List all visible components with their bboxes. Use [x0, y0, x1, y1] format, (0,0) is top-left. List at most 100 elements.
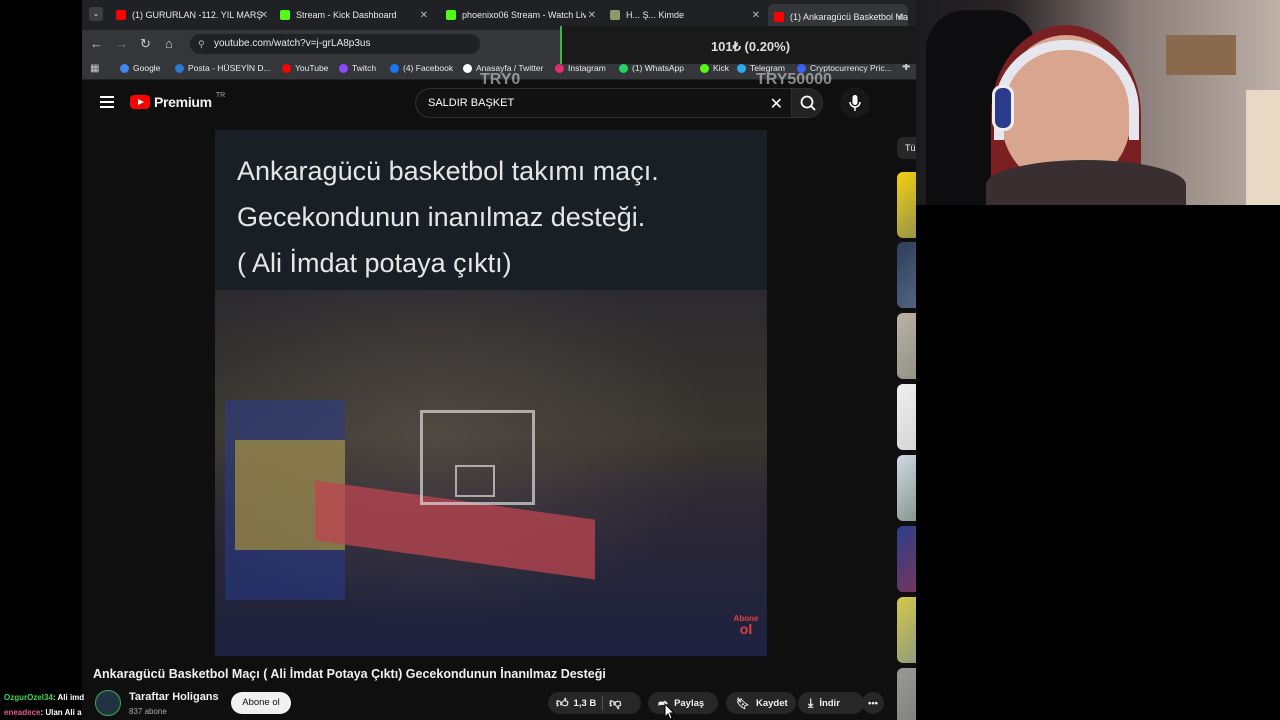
bookmark-label: YouTube [295, 63, 329, 73]
search-icon [800, 95, 816, 111]
channel-name[interactable]: Taraftar Holigans [129, 691, 219, 703]
clear-icon[interactable]: ✕ [770, 94, 783, 114]
kick-icon [446, 10, 456, 20]
close-icon[interactable]: ✕ [752, 10, 760, 21]
goal-end-label: TRY50000 [756, 71, 832, 88]
forward-arrow-icon[interactable]: → [115, 36, 128, 51]
bookmark-item[interactable]: Twitch [339, 63, 376, 73]
reload-icon[interactable]: ↻ [140, 36, 151, 52]
thumbs-up-icon: 👍︎ [556, 695, 569, 710]
donation-amount: 101₺ (0.20%) [710, 39, 791, 54]
chat-text: : Ulan Ali a [40, 708, 82, 717]
dislike-button[interactable]: 👎︎ [609, 696, 621, 711]
bookmark-label: Google [133, 63, 161, 73]
backboard-square [455, 465, 495, 497]
divider [602, 696, 604, 710]
recommendation-thumbnail[interactable]: 3:52 [897, 242, 916, 308]
chat-message: OzgurOzel34: Ali imd [4, 693, 84, 702]
speaker-icon[interactable]: 🔊︎ [898, 12, 904, 23]
subscribe-watermark: Abone ol [731, 614, 761, 638]
goal-start-label: TRY0 [480, 71, 521, 88]
youtube-logo[interactable]: Premium TR [130, 91, 226, 110]
bookmark-label: (4) Facebook [403, 63, 454, 73]
donation-goal-overlay: 101₺ (0.20%) [560, 26, 916, 64]
bookmark-favicon-icon [120, 63, 129, 73]
close-icon[interactable]: ✕ [420, 10, 428, 21]
bookmark-label: Kick [713, 63, 730, 73]
youtube-play-icon [130, 95, 150, 109]
video-player[interactable]: Ankaragücü basketbol takımı maçı. Geceko… [215, 130, 767, 656]
bookmark-favicon-icon [339, 63, 348, 73]
region-code: TR [215, 91, 226, 99]
bookmark-item[interactable]: (1) WhatsApp [619, 63, 684, 73]
bookmark-favicon-icon [390, 63, 399, 73]
thumbs-down-icon: 👎︎ [609, 695, 622, 710]
page-icon [610, 10, 620, 20]
tab-4[interactable]: H... Ş... Kimde ✕ [610, 4, 760, 26]
bookmark-favicon-icon [700, 63, 709, 73]
voice-search-button[interactable] [840, 88, 870, 118]
bookmark-item[interactable]: YouTube [282, 63, 328, 73]
channel-avatar[interactable] [95, 690, 121, 716]
bookmark-favicon-icon [619, 63, 628, 73]
more-horizontal-icon: ••• [868, 697, 878, 709]
microphone-icon [849, 95, 861, 111]
subscriber-count: 837 abone [129, 707, 167, 716]
filter-chip[interactable]: Tü [897, 137, 916, 159]
video-title: Ankaragücü Basketbol Maçı ( Ali İmdat Po… [93, 667, 606, 681]
like-button[interactable]: 👍︎ 1,3 B [556, 696, 596, 711]
streamer-shirt [986, 160, 1186, 205]
bookmark-item[interactable]: Kick [700, 63, 729, 73]
tab-title: Stream - Kick Dashboard [296, 10, 397, 20]
search-input[interactable]: SALDIR BAŞKET ✕ [415, 88, 791, 118]
tab-1[interactable]: (1) GURURLAN -112. YIL MARŞ ✕ [116, 4, 268, 26]
room-shelf [1166, 35, 1236, 75]
back-arrow-icon[interactable]: ← [90, 36, 103, 51]
apps-grid-icon[interactable]: ▦ [90, 63, 99, 74]
recommendation-thumbnail[interactable]: 6:15 [897, 313, 916, 379]
bookmark-item[interactable]: (4) Facebook [390, 63, 453, 73]
recommendation-thumbnail[interactable]: 4:20 [897, 597, 916, 663]
room-door [1246, 90, 1280, 205]
recommendation-thumbnail[interactable] [897, 668, 916, 720]
close-icon[interactable]: ✕ [588, 10, 596, 21]
download-icon: ⤓ [808, 695, 814, 710]
address-bar[interactable]: ⚲ youtube.com/watch?v=j-grLA8p3us [190, 34, 480, 54]
download-button[interactable]: ⤓ İndir [798, 692, 864, 714]
bookmark-item[interactable]: Posta - HÜSEYİN D... [175, 63, 271, 73]
home-icon[interactable]: ⌂ [165, 36, 173, 51]
url-text: youtube.com/watch?v=j-grLA8p3us [214, 38, 371, 49]
bookmark-label: Twitch [352, 63, 377, 73]
search-button[interactable] [791, 88, 823, 118]
more-actions-button[interactable]: ••• [862, 692, 884, 714]
recommendation-thumbnail[interactable]: 5:35 [897, 172, 916, 238]
headset-earcup [992, 85, 1014, 131]
close-icon[interactable]: ✕ [260, 10, 268, 21]
bookmark-item[interactable]: Instagram [555, 63, 606, 73]
recommendation-thumbnail[interactable]: 5:15 [897, 384, 916, 450]
chat-text: : Ali imd [52, 693, 85, 702]
tab-2[interactable]: Stream - Kick Dashboard ✕ [280, 4, 428, 26]
tab-3[interactable]: phoenixo06 Stream - Watch Live ✕ [446, 4, 596, 26]
bookmark-favicon-icon [175, 63, 184, 73]
subscribe-button[interactable]: Abone ol [231, 692, 291, 714]
share-button[interactable]: ➦ Paylaş [648, 692, 718, 714]
share-label: Paylaş [674, 697, 705, 709]
tab-search-icon[interactable]: ⌄ [89, 7, 103, 21]
watermark-big: ol [739, 621, 753, 637]
browser-window: ⌄ (1) GURURLAN -112. YIL MARŞ ✕ Stream -… [82, 0, 916, 720]
bookmark-label: Posta - HÜSEYİN D... [188, 63, 271, 73]
youtube-icon [116, 10, 126, 20]
webcam-overlay [916, 0, 1280, 205]
chat-user: OzgurOzel34 [4, 693, 53, 702]
save-button[interactable]: 🔖︎ Kaydet [726, 692, 796, 714]
tab-title: (1) GURURLAN -112. YIL MARŞ [132, 10, 263, 20]
site-info-icon[interactable]: ⚲ [198, 34, 205, 54]
recommendation-thumbnail[interactable]: 1:44 [897, 455, 916, 521]
hamburger-menu-icon[interactable] [100, 96, 114, 111]
bookmark-favicon-icon [282, 63, 291, 73]
bookmark-item[interactable]: Google [120, 63, 160, 73]
recommendation-thumbnail[interactable]: 2:04:50 [897, 526, 916, 592]
download-label: İndir [819, 697, 840, 709]
bookmark-icon: 🔖︎ [736, 697, 750, 710]
